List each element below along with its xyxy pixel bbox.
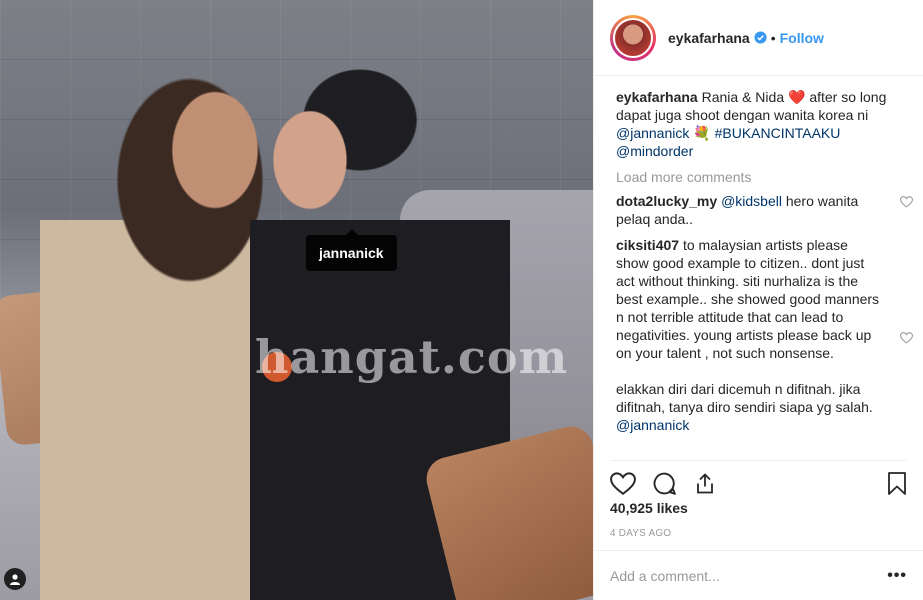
comment-username[interactable]: ciksiti407 xyxy=(616,237,679,253)
caption-username[interactable]: eykafarhana xyxy=(616,89,698,105)
post-timestamp[interactable]: 4 DAYS AGO xyxy=(610,528,671,539)
comment-bubble-icon[interactable] xyxy=(652,471,677,496)
tagged-users-button[interactable] xyxy=(4,568,26,590)
comment-item: dota2lucky_my @kidsbell hero wanita pela… xyxy=(616,192,913,228)
comment-text: to malaysian artists please show good ex… xyxy=(616,237,880,361)
post-header: eykafarhana • Follow xyxy=(594,0,923,76)
like-heart-icon[interactable] xyxy=(610,471,636,496)
comments-list: eykafarhana Rania & Nida ❤️ after so lon… xyxy=(594,76,923,434)
add-comment-bar: ••• xyxy=(594,550,923,600)
header-username[interactable]: eykafarhana xyxy=(668,30,750,46)
share-icon[interactable] xyxy=(693,471,717,496)
like-comment-heart-icon[interactable] xyxy=(900,332,913,344)
flower-emoji: 💐 xyxy=(693,125,711,141)
likes-count[interactable]: 40,925 likes xyxy=(610,500,688,516)
like-comment-heart-icon[interactable] xyxy=(900,196,913,208)
user-tag-tooltip[interactable]: jannanick xyxy=(306,229,397,271)
load-more-comments-button[interactable]: Load more comments xyxy=(616,168,907,186)
comment-item: ciksiti407 to malaysian artists please s… xyxy=(616,236,913,434)
post-sidebar: eykafarhana • Follow eykafarhana Rania &… xyxy=(593,0,923,600)
post-photo[interactable]: hangat.com jannanick xyxy=(0,0,593,600)
bookmark-icon[interactable] xyxy=(887,471,907,496)
caption-mention-jannanick[interactable]: @jannanick xyxy=(616,125,689,141)
comment-mention[interactable]: @kidsbell xyxy=(721,193,782,209)
user-icon xyxy=(10,574,20,585)
avatar[interactable] xyxy=(610,14,656,61)
verified-badge-icon xyxy=(754,31,767,44)
caption-hashtag[interactable]: #BUKANCINTAAKU xyxy=(715,125,841,141)
heart-emoji: ❤️ xyxy=(788,89,806,105)
avatar-image xyxy=(613,17,653,58)
comment-username[interactable]: dota2lucky_my xyxy=(616,193,717,209)
post-actions xyxy=(610,460,907,496)
comment-mention[interactable]: @jannanick xyxy=(616,417,689,433)
caption-text-1: Rania & Nida xyxy=(701,89,785,105)
header-separator: • xyxy=(770,29,776,46)
comment-text-2: elakkan diri dari dicemuh n difitnah. ji… xyxy=(616,381,873,415)
add-comment-input[interactable] xyxy=(610,567,888,584)
post-caption: eykafarhana Rania & Nida ❤️ after so lon… xyxy=(616,88,907,160)
more-options-button[interactable]: ••• xyxy=(887,567,907,585)
follow-button[interactable]: Follow xyxy=(780,30,824,46)
caption-mention-mindorder[interactable]: @mindorder xyxy=(616,143,693,159)
photo-watermark: hangat.com xyxy=(255,330,569,384)
